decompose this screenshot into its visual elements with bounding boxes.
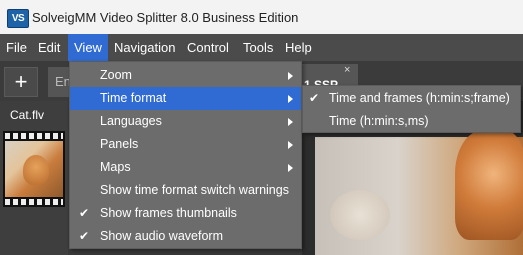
menu-help[interactable]: Help [279, 34, 318, 61]
menu-item-time-format[interactable]: Time format [70, 87, 301, 110]
menu-item-zoom[interactable]: Zoom [70, 64, 301, 87]
menu-bar: File Edit View Navigation Control Tools … [0, 34, 523, 61]
title-bar: VS SolveigMM Video Splitter 8.0 Business… [0, 0, 523, 34]
app-icon: VS [7, 9, 29, 28]
checkmark-icon: ✔ [79, 229, 90, 243]
menu-item-label: Time (h:min:s,ms) [329, 114, 429, 128]
menu-item-label: Time format [100, 91, 167, 105]
file-thumbnail[interactable] [3, 131, 65, 207]
film-holes-top [5, 133, 63, 139]
menu-item-time-ms[interactable]: Time (h:min:s,ms) [303, 110, 520, 133]
film-holes-bottom [5, 199, 63, 205]
thumbnail-image [5, 141, 63, 197]
video-cat-shape [455, 130, 523, 240]
menu-navigation[interactable]: Navigation [108, 34, 181, 61]
menu-item-label: Show frames thumbnails [100, 206, 237, 220]
menu-item-languages[interactable]: Languages [70, 110, 301, 133]
window-title: SolveigMM Video Splitter 8.0 Business Ed… [32, 10, 299, 25]
menu-control[interactable]: Control [181, 34, 235, 61]
menu-item-show-time-format-warnings[interactable]: Show time format switch warnings [70, 179, 301, 202]
menu-view[interactable]: View [68, 34, 108, 61]
checkmark-icon: ✔ [309, 91, 320, 105]
menu-item-show-frames-thumbnails[interactable]: ✔ Show frames thumbnails [70, 202, 301, 225]
tab-close-icon[interactable]: × [344, 64, 350, 76]
add-button[interactable]: + [4, 67, 38, 97]
menu-item-show-audio-waveform[interactable]: ✔ Show audio waveform [70, 225, 301, 248]
menu-item-label: Show time format switch warnings [100, 183, 289, 197]
submenu-arrow-icon [288, 164, 293, 172]
menu-item-label: Zoom [100, 68, 132, 82]
view-menu-dropdown: Zoom Time format Languages Panels Maps S… [69, 61, 302, 249]
menu-item-label: Panels [100, 137, 139, 151]
checkmark-icon: ✔ [79, 206, 90, 220]
menu-item-panels[interactable]: Panels [70, 133, 301, 156]
menu-tools[interactable]: Tools [237, 34, 279, 61]
file-name[interactable]: Cat.flv [10, 108, 44, 122]
menu-item-time-and-frames[interactable]: ✔ Time and frames (h:min:s;frame) [303, 87, 520, 110]
time-format-submenu: ✔ Time and frames (h:min:s;frame) Time (… [302, 85, 521, 133]
submenu-arrow-icon [288, 118, 293, 126]
video-blur-shape [330, 190, 390, 240]
menu-file[interactable]: File [0, 34, 33, 61]
menu-item-label: Maps [100, 160, 131, 174]
submenu-arrow-icon [288, 95, 293, 103]
menu-item-label: Languages [100, 114, 162, 128]
menu-item-label: Show audio waveform [100, 229, 223, 243]
menu-item-label: Time and frames (h:min:s;frame) [329, 91, 510, 105]
submenu-arrow-icon [288, 141, 293, 149]
menu-edit[interactable]: Edit [32, 34, 66, 61]
submenu-arrow-icon [288, 72, 293, 80]
cat-shape [23, 155, 49, 185]
menu-item-maps[interactable]: Maps [70, 156, 301, 179]
